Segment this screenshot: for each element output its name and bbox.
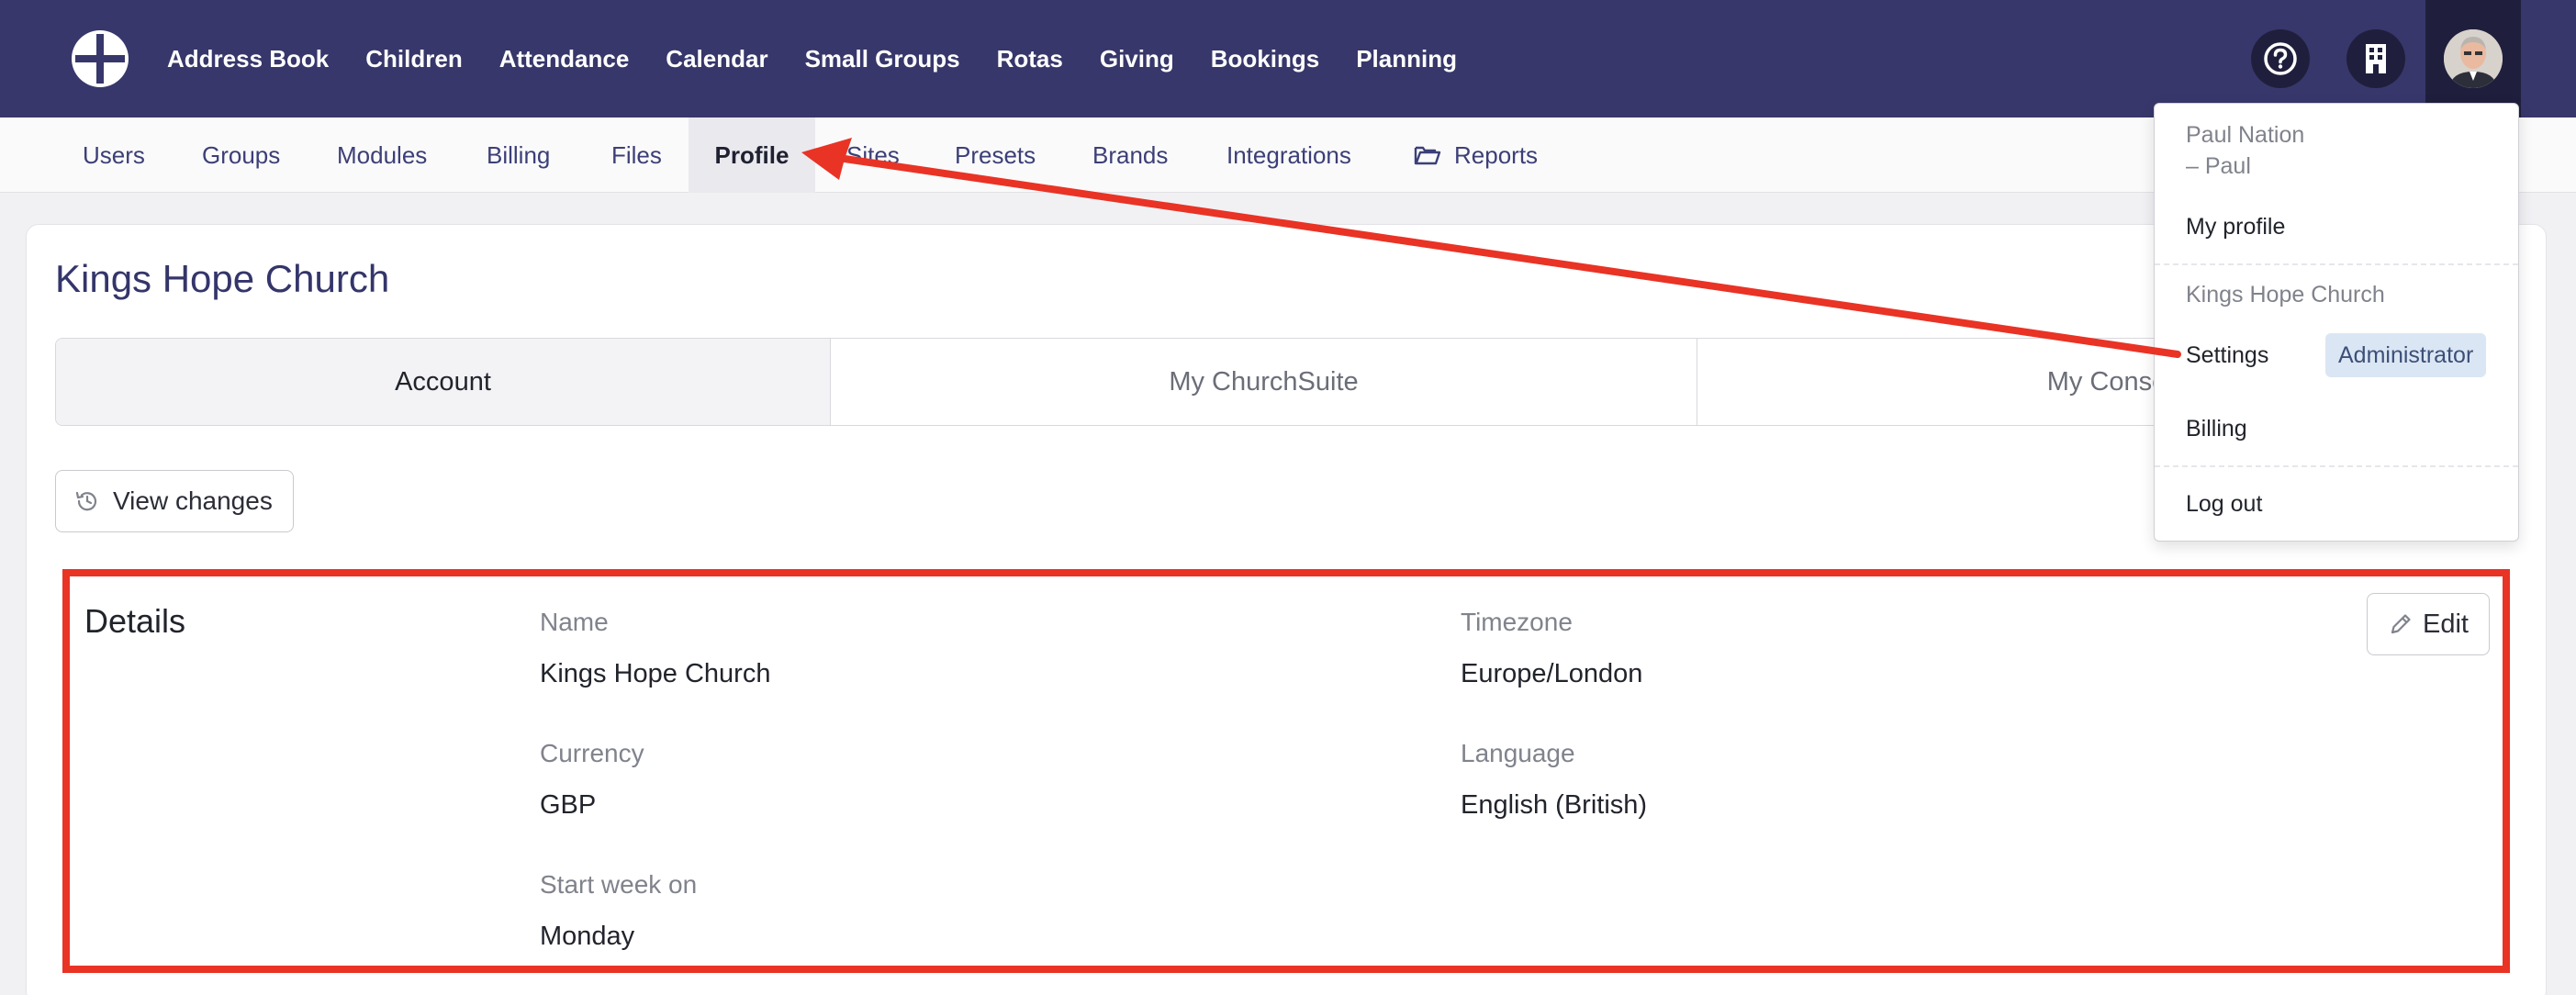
tab-my-consents-label: My Conse — [2046, 366, 2167, 397]
dropdown-log-out[interactable]: Log out — [2186, 491, 2262, 518]
main-nav: Address Book Children Attendance Calenda… — [167, 0, 1494, 117]
subnav-integrations-label: Integrations — [1226, 140, 1351, 169]
details-title: Details — [84, 602, 186, 640]
dropdown-divider — [2155, 465, 2518, 467]
language-label: Language — [1461, 739, 1575, 767]
user-dropdown-menu: Paul Nation – Paul My profile Kings Hope… — [2154, 103, 2519, 542]
details-highlight-box — [62, 569, 2510, 973]
subnav-brands[interactable]: Brands — [1065, 117, 1195, 193]
subnav-sites-label: Sites — [846, 140, 900, 169]
folder-open-icon — [1414, 146, 1441, 165]
avatar — [2444, 29, 2503, 88]
tab-my-churchsuite[interactable]: My ChurchSuite — [831, 339, 1697, 425]
nav-bookings[interactable]: Bookings — [1211, 45, 1319, 73]
subnav-sites[interactable]: Sites — [819, 117, 927, 193]
subnav-users[interactable]: Users — [55, 117, 173, 193]
start-week-value: Monday — [540, 922, 635, 951]
subnav-files[interactable]: Files — [584, 117, 689, 193]
name-value: Kings Hope Church — [540, 659, 771, 688]
help-icon[interactable] — [2251, 29, 2310, 88]
dropdown-divider — [2155, 263, 2518, 265]
role-badge: Administrator — [2325, 333, 2487, 377]
top-navigation-bar: Address Book Children Attendance Calenda… — [0, 0, 2576, 117]
subnav-billing-label: Billing — [487, 140, 551, 169]
edit-details-button[interactable]: Edit — [2367, 593, 2490, 655]
dropdown-user-name: Paul Nation — [2186, 122, 2305, 148]
timezone-label: Timezone — [1461, 608, 1573, 636]
language-value: English (British) — [1461, 790, 1648, 820]
subnav-presets-label: Presets — [955, 140, 1036, 169]
name-label: Name — [540, 608, 609, 636]
subnav-modules[interactable]: Modules — [309, 117, 454, 193]
nav-planning[interactable]: Planning — [1356, 45, 1457, 73]
churchsuite-logo-icon[interactable] — [70, 28, 130, 89]
subnav-users-label: Users — [83, 140, 145, 169]
start-week-label: Start week on — [540, 870, 698, 899]
subnav-groups[interactable]: Groups — [174, 117, 308, 193]
dropdown-my-profile[interactable]: My profile — [2186, 214, 2285, 240]
tab-account[interactable]: Account — [56, 339, 831, 425]
tab-account-label: Account — [395, 366, 491, 397]
dropdown-user-short: – Paul — [2186, 153, 2251, 179]
page-title: Kings Hope Church — [55, 257, 390, 300]
subnav-integrations[interactable]: Integrations — [1199, 117, 1379, 193]
subnav-reports-label: Reports — [1454, 140, 1539, 169]
subnav-profile[interactable]: Profile — [689, 117, 815, 193]
nav-children[interactable]: Children — [365, 45, 462, 73]
nav-small-groups[interactable]: Small Groups — [805, 45, 960, 73]
profile-tabs: Account My ChurchSuite My Conse — [55, 338, 2515, 426]
history-icon — [75, 491, 97, 511]
dropdown-settings[interactable]: Settings — [2186, 342, 2268, 369]
subnav-files-label: Files — [611, 140, 662, 169]
subnav-brands-label: Brands — [1092, 140, 1169, 169]
subnav-groups-label: Groups — [202, 140, 281, 169]
view-changes-button[interactable]: View changes — [55, 470, 294, 532]
organisation-building-icon[interactable] — [2346, 29, 2405, 88]
subnav-profile-label: Profile — [714, 140, 790, 169]
subnav-reports[interactable]: Reports — [1386, 117, 1565, 193]
timezone-value: Europe/London — [1461, 659, 1643, 688]
edit-label: Edit — [2423, 609, 2469, 639]
nav-attendance[interactable]: Attendance — [499, 45, 630, 73]
subnav-billing[interactable]: Billing — [459, 117, 577, 193]
dropdown-billing[interactable]: Billing — [2186, 416, 2247, 442]
nav-calendar[interactable]: Calendar — [666, 45, 767, 73]
pencil-icon — [2391, 614, 2411, 634]
currency-value: GBP — [540, 790, 597, 820]
subnav-presets[interactable]: Presets — [927, 117, 1063, 193]
subnav-modules-label: Modules — [337, 140, 428, 169]
dropdown-org-name: Kings Hope Church — [2186, 282, 2385, 307]
nav-giving[interactable]: Giving — [1100, 45, 1174, 73]
tab-my-churchsuite-label: My ChurchSuite — [1169, 366, 1359, 397]
currency-label: Currency — [540, 739, 644, 767]
nav-rotas[interactable]: Rotas — [997, 45, 1063, 73]
view-changes-label: View changes — [113, 486, 273, 515]
nav-address-book[interactable]: Address Book — [167, 45, 329, 73]
user-menu-toggle[interactable] — [2425, 0, 2521, 117]
